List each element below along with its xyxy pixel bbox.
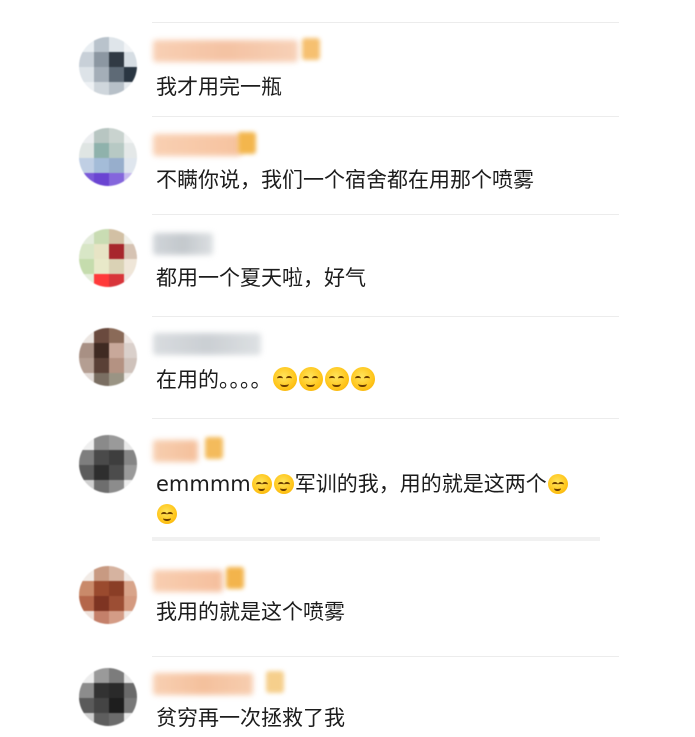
comment-text-prefix: emmmm: [156, 472, 251, 496]
comment-text: 我用的就是这个喷雾: [156, 600, 345, 624]
smile-emoji-icon: [547, 474, 568, 494]
smile-emoji-icon: [273, 474, 294, 494]
comment-text: 都用一个夏天啦，好气: [156, 266, 366, 290]
comment-divider: [152, 22, 619, 23]
comment-divider: [152, 418, 619, 419]
avatar[interactable]: [79, 566, 137, 624]
comment-text: emmmm 军训的我，用的就是这两个: [156, 468, 569, 500]
avatar[interactable]: [79, 229, 137, 287]
smile-emoji-icon: [324, 367, 349, 391]
username-redacted[interactable]: [153, 40, 298, 62]
comment-text-line2: [156, 498, 178, 530]
avatar[interactable]: [79, 668, 137, 726]
avatar[interactable]: [79, 37, 137, 95]
comment-divider: [152, 116, 619, 117]
avatar[interactable]: [79, 328, 137, 386]
member-badge-icon: [238, 132, 256, 154]
smile-emoji-icon: [350, 367, 375, 391]
smile-emoji-icon: [251, 474, 272, 494]
comment-text: 在用的。。。。: [156, 364, 376, 396]
member-badge-icon: [302, 38, 320, 60]
comment-text: 不瞒你说，我们一个宿舍都在用那个喷雾: [156, 168, 534, 192]
comment-text-body: 军训的我，用的就是这两个: [294, 472, 547, 496]
username-redacted[interactable]: [153, 673, 253, 695]
username-redacted[interactable]: [153, 333, 261, 355]
comment-text: 我才用完一瓶: [156, 75, 282, 99]
member-badge-icon: [226, 567, 244, 589]
member-badge-icon: [266, 671, 284, 693]
comment-text: 贫穷再一次拯救了我: [156, 706, 345, 730]
username-redacted[interactable]: [153, 440, 198, 462]
comment-divider: [152, 316, 619, 317]
comment-divider: [152, 214, 619, 215]
avatar[interactable]: [79, 435, 137, 493]
comment-divider: [152, 537, 600, 541]
username-redacted[interactable]: [153, 233, 213, 255]
comment-list: 我才用完一瓶 不瞒你说，我们一个宿舍都在用那个喷雾 都用一个夏天啦，好气 在用的…: [0, 0, 695, 737]
comment-divider: [152, 656, 619, 657]
smile-emoji-icon: [272, 367, 297, 391]
username-redacted[interactable]: [153, 570, 223, 592]
avatar[interactable]: [79, 128, 137, 186]
comment-text-body: 在用的。。。。: [156, 368, 272, 392]
smile-emoji-icon: [157, 504, 177, 524]
member-badge-icon: [205, 437, 223, 459]
username-redacted[interactable]: [153, 134, 241, 156]
smile-emoji-icon: [298, 367, 323, 391]
